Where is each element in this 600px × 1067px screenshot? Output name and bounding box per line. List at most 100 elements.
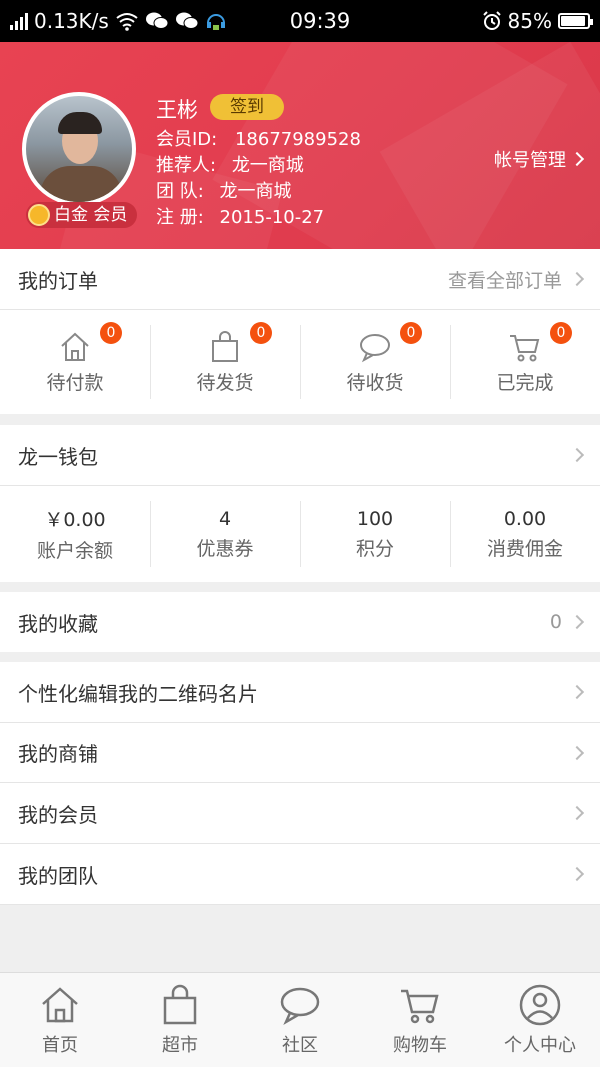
wallet-points[interactable]: 100 积分	[300, 486, 450, 582]
member-level-label: 白金 会员	[54, 205, 128, 225]
status-bar: 0.13K/s 09:39 85%	[0, 0, 600, 42]
bottom-tab-bar: 首页 超市 社区 购物车 个人中心	[0, 972, 600, 1067]
avatar[interactable]	[22, 92, 136, 206]
wallet-value: 100	[356, 507, 394, 530]
referrer: 龙一商城	[231, 155, 304, 176]
member-id-label: 会员ID:	[156, 129, 218, 150]
chat-bubble-icon	[280, 987, 320, 1026]
member-level-badge: 白金 会员	[26, 202, 138, 228]
wechat-icon	[175, 12, 199, 29]
menu-item-label: 我的商铺	[18, 742, 98, 766]
home-icon	[61, 332, 89, 361]
wallet-balance[interactable]: ￥0.00 账户余额	[0, 486, 150, 582]
order-status-grid: 待付款 0 待发货 0 待收货 0 已完成 0	[0, 310, 600, 414]
wallet-coupons[interactable]: 4 优惠券	[150, 486, 300, 582]
order-status-label: 待付款	[46, 371, 104, 394]
order-status-label: 已完成	[496, 371, 554, 394]
order-status-completed[interactable]: 已完成 0	[450, 310, 600, 414]
order-status-pending-receipt[interactable]: 待收货 0	[300, 310, 450, 414]
profile-header: 白金 会员 王彬 签到 会员ID: 18677989528 推荐人: 龙一商城 …	[0, 42, 600, 249]
tab-label: 个人中心	[504, 1035, 576, 1056]
wallet-label: 积分	[355, 537, 394, 560]
tab-label: 首页	[42, 1035, 78, 1056]
menu-item-my-team[interactable]: 我的团队	[0, 844, 600, 904]
account-manage-link[interactable]: 帐号管理	[494, 146, 585, 172]
team: 龙一商城	[219, 181, 292, 202]
chevron-right-icon	[569, 151, 585, 167]
referrer-label: 推荐人:	[156, 155, 217, 176]
chevron-right-icon	[569, 614, 585, 630]
signin-button[interactable]: 签到	[210, 94, 284, 120]
favorites-row[interactable]: 我的收藏 0	[0, 592, 600, 652]
register-label: 注 册:	[156, 207, 204, 228]
wallet-value: ￥0.00	[44, 509, 106, 531]
home-icon	[42, 987, 78, 1023]
wallet-title: 龙一钱包	[18, 444, 98, 469]
account-manage-label: 帐号管理	[494, 150, 566, 171]
menu-item-qr-card[interactable]: 个性化编辑我的二维码名片	[0, 662, 600, 722]
register-row: 注 册: 2015-10-27	[156, 203, 324, 229]
member-id: 18677989528	[234, 129, 361, 150]
signal-icon	[10, 12, 28, 30]
tab-home[interactable]: 首页	[0, 973, 120, 1067]
wallet-label: 优惠券	[196, 537, 254, 560]
chevron-right-icon	[569, 745, 585, 760]
orders-title: 我的订单	[18, 268, 98, 293]
alarm-icon	[482, 11, 501, 30]
tab-label: 购物车	[393, 1035, 447, 1056]
tab-cart[interactable]: 购物车	[360, 973, 480, 1067]
wallet-value: 0.00	[503, 507, 547, 530]
tab-label: 超市	[162, 1035, 198, 1056]
chevron-right-icon	[569, 271, 585, 287]
referrer-row: 推荐人: 龙一商城	[156, 151, 304, 177]
cart-icon	[510, 334, 540, 361]
chevron-right-icon	[569, 805, 585, 821]
menu-item-my-members[interactable]: 我的会员	[0, 783, 600, 843]
wallet-header-row[interactable]: 龙一钱包	[0, 425, 600, 485]
menu-item-my-shop[interactable]: 我的商铺	[0, 723, 600, 782]
count-badge: 0	[250, 322, 272, 344]
battery-icon	[558, 13, 593, 29]
menu-item-label: 我的会员	[18, 802, 98, 827]
tab-supermarket[interactable]: 超市	[120, 973, 240, 1067]
medal-icon	[28, 204, 50, 226]
menu-item-label: 我的团队	[18, 863, 98, 888]
view-all-orders-link[interactable]: 查看全部订单	[448, 266, 562, 293]
chat-bubble-icon	[360, 333, 390, 362]
count-badge: 0	[100, 322, 122, 344]
order-status-label: 待收货	[346, 371, 404, 394]
tab-profile[interactable]: 个人中心	[480, 973, 600, 1067]
order-status-label: 待发货	[196, 371, 254, 394]
wallet-label: 消费佣金	[486, 537, 563, 560]
wallet-label: 账户余额	[36, 540, 113, 562]
wallet-commission[interactable]: 0.00 消费佣金	[450, 486, 600, 582]
team-row: 团 队: 龙一商城	[156, 177, 292, 203]
headset-icon	[206, 14, 225, 30]
favorites-title: 我的收藏	[18, 611, 98, 636]
wallet-value: 4	[218, 507, 232, 530]
tab-label: 社区	[282, 1035, 318, 1056]
bag-icon	[163, 984, 197, 1025]
cart-icon	[401, 989, 439, 1024]
order-status-pending-shipment[interactable]: 待发货 0	[150, 310, 300, 414]
bag-icon	[212, 330, 238, 362]
network-speed: 0.13K/s	[34, 9, 109, 33]
orders-header-row[interactable]: 我的订单 查看全部订单	[0, 249, 600, 309]
order-status-pending-payment[interactable]: 待付款 0	[0, 310, 150, 414]
favorites-count: 0	[549, 611, 562, 633]
chevron-right-icon	[569, 866, 585, 882]
battery-percent: 85%	[507, 9, 552, 33]
tab-community[interactable]: 社区	[240, 973, 360, 1067]
register-date: 2015-10-27	[219, 207, 325, 228]
wallet-grid: ￥0.00 账户余额 4 优惠券 100 积分 0.00 消费佣金	[0, 486, 600, 582]
user-icon	[519, 984, 561, 1026]
count-badge: 0	[550, 322, 572, 344]
user-name: 王彬	[156, 98, 198, 122]
wechat-icon	[145, 12, 169, 29]
chevron-right-icon	[569, 447, 585, 463]
wifi-icon	[116, 13, 138, 31]
team-label: 团 队:	[156, 181, 204, 202]
count-badge: 0	[400, 322, 422, 344]
chevron-right-icon	[569, 684, 585, 700]
clock: 09:39	[289, 9, 351, 33]
